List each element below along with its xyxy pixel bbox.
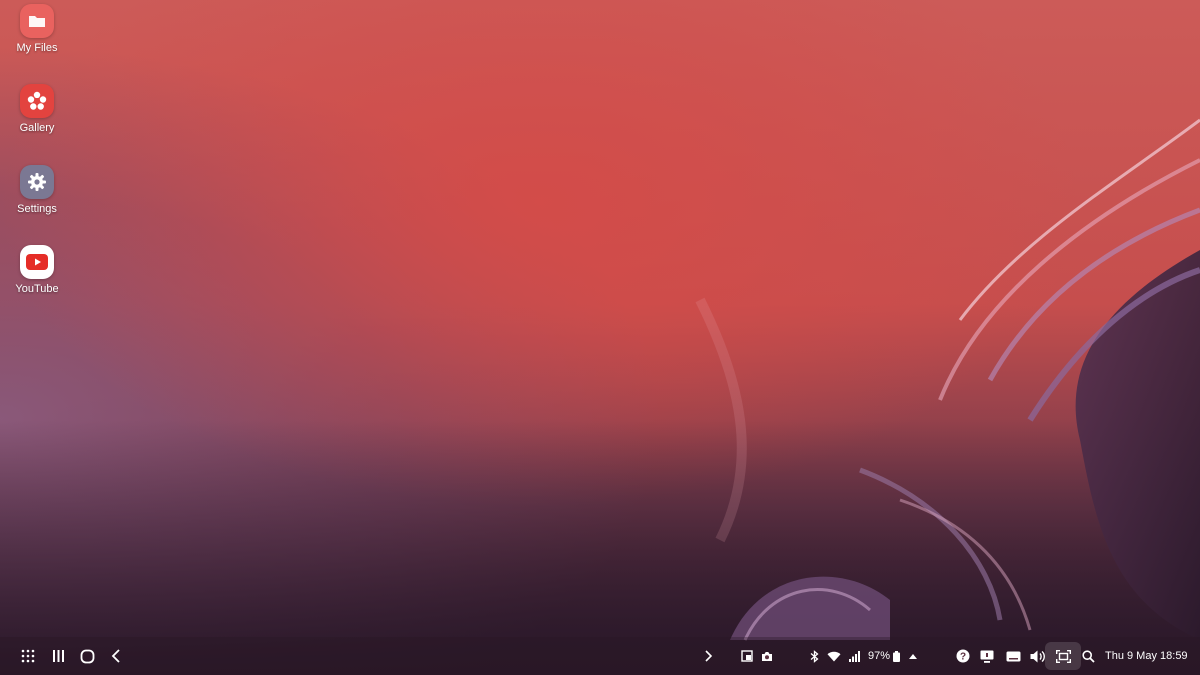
- taskbar: 97% ? Thu 9 May 18:59: [0, 637, 1200, 675]
- recents-icon: [52, 650, 64, 662]
- battery-percent: 97%: [868, 650, 891, 662]
- desktop-mode-icon: [980, 650, 994, 663]
- bluetooth-status[interactable]: [806, 644, 822, 668]
- help-button[interactable]: ?: [954, 644, 972, 668]
- help-icon: ?: [956, 649, 970, 663]
- desktop-icon-label: YouTube: [15, 283, 59, 295]
- flower-icon: [20, 84, 54, 118]
- desktop-icon-youtube[interactable]: YouTube: [0, 245, 74, 295]
- wifi-status[interactable]: [825, 644, 843, 668]
- bluetooth-icon: [810, 649, 819, 663]
- desktop-icon-gallery[interactable]: Gallery: [0, 84, 74, 134]
- desktop-icon-settings[interactable]: Settings: [0, 165, 74, 215]
- gear-icon: [20, 165, 54, 199]
- clock[interactable]: Thu 9 May 18:59: [1105, 644, 1188, 668]
- play-icon: [20, 245, 54, 279]
- chevron-right-icon: [704, 650, 712, 662]
- back-icon: [111, 649, 120, 663]
- home-icon: [80, 649, 94, 663]
- taskbar-expand-button[interactable]: [698, 644, 718, 668]
- desktop-icon-label: Gallery: [19, 122, 55, 134]
- wallpaper: [0, 0, 1200, 675]
- back-button[interactable]: [106, 644, 126, 668]
- camera-icon: [762, 651, 772, 661]
- svg-text:?: ?: [960, 652, 966, 663]
- desktop-icon-label: My Files: [16, 42, 58, 54]
- apps-button[interactable]: [18, 644, 38, 668]
- notifications-toggle[interactable]: [906, 644, 920, 668]
- screenshot-icon: [741, 650, 753, 662]
- search-button[interactable]: [1079, 644, 1097, 668]
- caret-up-icon: [909, 653, 917, 659]
- wifi-icon: [827, 651, 841, 661]
- screen-capture-icon: [1055, 649, 1071, 663]
- battery-icon: [892, 650, 900, 662]
- desktop-mode-button[interactable]: [978, 644, 996, 668]
- apps-grid-icon: [21, 649, 35, 663]
- recents-button[interactable]: [48, 644, 68, 668]
- camera-app-button[interactable]: [758, 644, 776, 668]
- signal-icon: [848, 650, 860, 662]
- desktop-icon-my-files[interactable]: My Files: [0, 4, 74, 54]
- home-button[interactable]: [77, 644, 97, 668]
- screen-capture-button[interactable]: [1045, 642, 1081, 670]
- screenshot-app-button[interactable]: [738, 644, 756, 668]
- signal-status[interactable]: [846, 644, 862, 668]
- keyboard-button[interactable]: [1003, 644, 1023, 668]
- folder-icon: [20, 4, 54, 38]
- keyboard-icon: [1006, 651, 1020, 661]
- volume-icon: [1030, 650, 1045, 662]
- search-icon: [1081, 649, 1095, 663]
- battery-status[interactable]: [890, 644, 902, 668]
- desktop-icon-label: Settings: [17, 203, 57, 215]
